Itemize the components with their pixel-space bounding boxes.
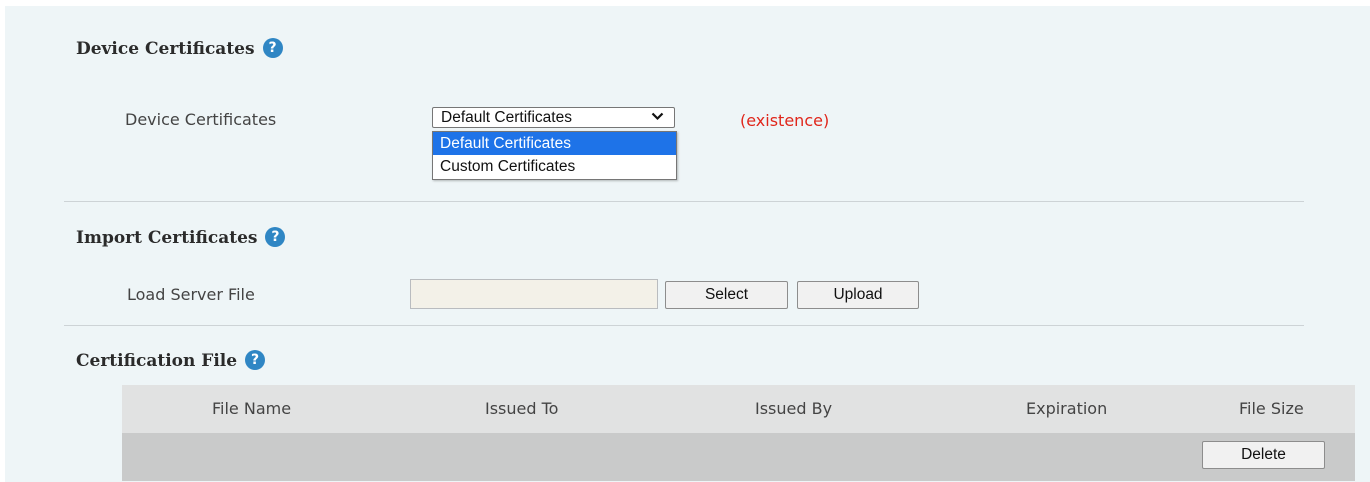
select-file-button[interactable]: Select [665,281,788,309]
section-divider [64,325,1304,326]
load-server-file-label: Load Server File [127,285,255,304]
column-header-issued-by: Issued By [755,399,833,418]
option-custom-certificates[interactable]: Custom Certificates [433,155,676,178]
certificate-table-header: File Name Issued To Issued By Expiration… [122,385,1355,433]
question-circle-icon[interactable]: ? [245,350,266,370]
section-title-text: Certification File [76,351,238,371]
column-header-file-size: File Size [1239,399,1304,418]
column-header-file-name: File Name [212,399,292,418]
device-certificates-dropdown-list: Default Certificates Custom Certificates [432,131,677,180]
table-row: Delete [122,433,1355,481]
delete-button[interactable]: Delete [1202,441,1325,469]
certificate-status-text: (existence) [740,111,830,130]
chevron-down-icon [651,112,664,121]
question-circle-icon[interactable]: ? [265,227,286,247]
select-value: Default Certificates [441,109,572,126]
section-title-text: Import Certificates [76,228,258,248]
column-header-expiration: Expiration [1026,399,1108,418]
section-title-certification-file: Certification File? [76,350,266,371]
section-divider [64,201,1304,202]
question-circle-icon[interactable]: ? [262,38,283,58]
section-title-import-certificates: Import Certificates? [76,227,286,248]
column-header-issued-to: Issued To [485,399,559,418]
upload-button[interactable]: Upload [797,281,919,309]
section-title-device-certificates: Device Certificates? [76,38,283,59]
device-certificates-select[interactable]: Default Certificates [432,107,675,128]
option-default-certificates[interactable]: Default Certificates [433,132,676,155]
device-certificates-label: Device Certificates [125,110,277,129]
section-title-text: Device Certificates [76,39,255,59]
server-file-input[interactable] [410,279,658,309]
